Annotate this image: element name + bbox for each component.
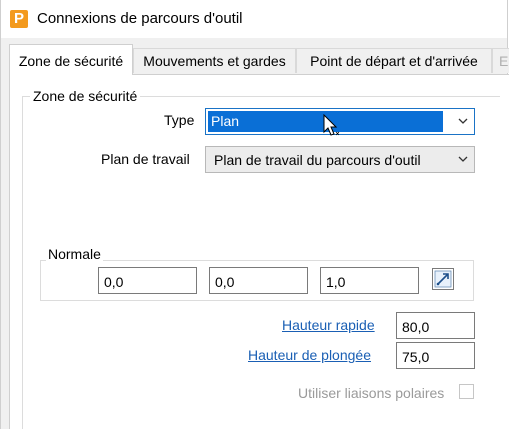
vector-direction-button[interactable] <box>432 268 454 290</box>
tab-mouvements-gardes[interactable]: Mouvements et gardes <box>133 48 296 73</box>
tab-bar: Zone de sécurité Mouvements et gardes Po… <box>1 44 509 75</box>
chevron-down-icon <box>458 156 468 162</box>
chevron-down-icon <box>458 118 468 124</box>
safe-zone-group-label: Zone de sécurité <box>30 88 141 104</box>
vector-arrow-icon <box>434 270 452 288</box>
tab-point-depart-arrivee[interactable]: Point de départ et d'arrivée <box>296 48 492 73</box>
workplane-select[interactable]: Plan de travail du parcours d'outil <box>205 146 475 173</box>
normal-z-input[interactable]: 1,0 <box>320 267 419 294</box>
tab-zone-securite[interactable]: Zone de sécurité <box>9 44 133 75</box>
plunge-height-input[interactable]: 75,0 <box>396 342 475 369</box>
normal-group-label: Normale <box>46 246 103 262</box>
tab-overflow[interactable]: E <box>492 48 509 73</box>
polar-links-checkbox[interactable] <box>459 384 474 399</box>
normal-x-input[interactable]: 0,0 <box>98 267 197 294</box>
plunge-height-link[interactable]: Hauteur de plongée <box>248 347 371 363</box>
polar-links-label: Utiliser liaisons polaires <box>298 385 445 401</box>
app-logo-icon: P <box>10 10 28 28</box>
rapid-height-link[interactable]: Hauteur rapide <box>282 317 375 333</box>
title-bar: P Connexions de parcours d'outil <box>1 0 507 38</box>
type-label: Type <box>164 112 195 128</box>
workplane-select-value: Plan de travail du parcours d'outil <box>214 152 421 168</box>
mouse-pointer-icon <box>323 114 340 136</box>
normal-y-input[interactable]: 0,0 <box>209 267 308 294</box>
window-title: Connexions de parcours d'outil <box>37 10 243 27</box>
workplane-label: Plan de travail <box>101 151 190 167</box>
rapid-height-input[interactable]: 80,0 <box>396 312 475 339</box>
